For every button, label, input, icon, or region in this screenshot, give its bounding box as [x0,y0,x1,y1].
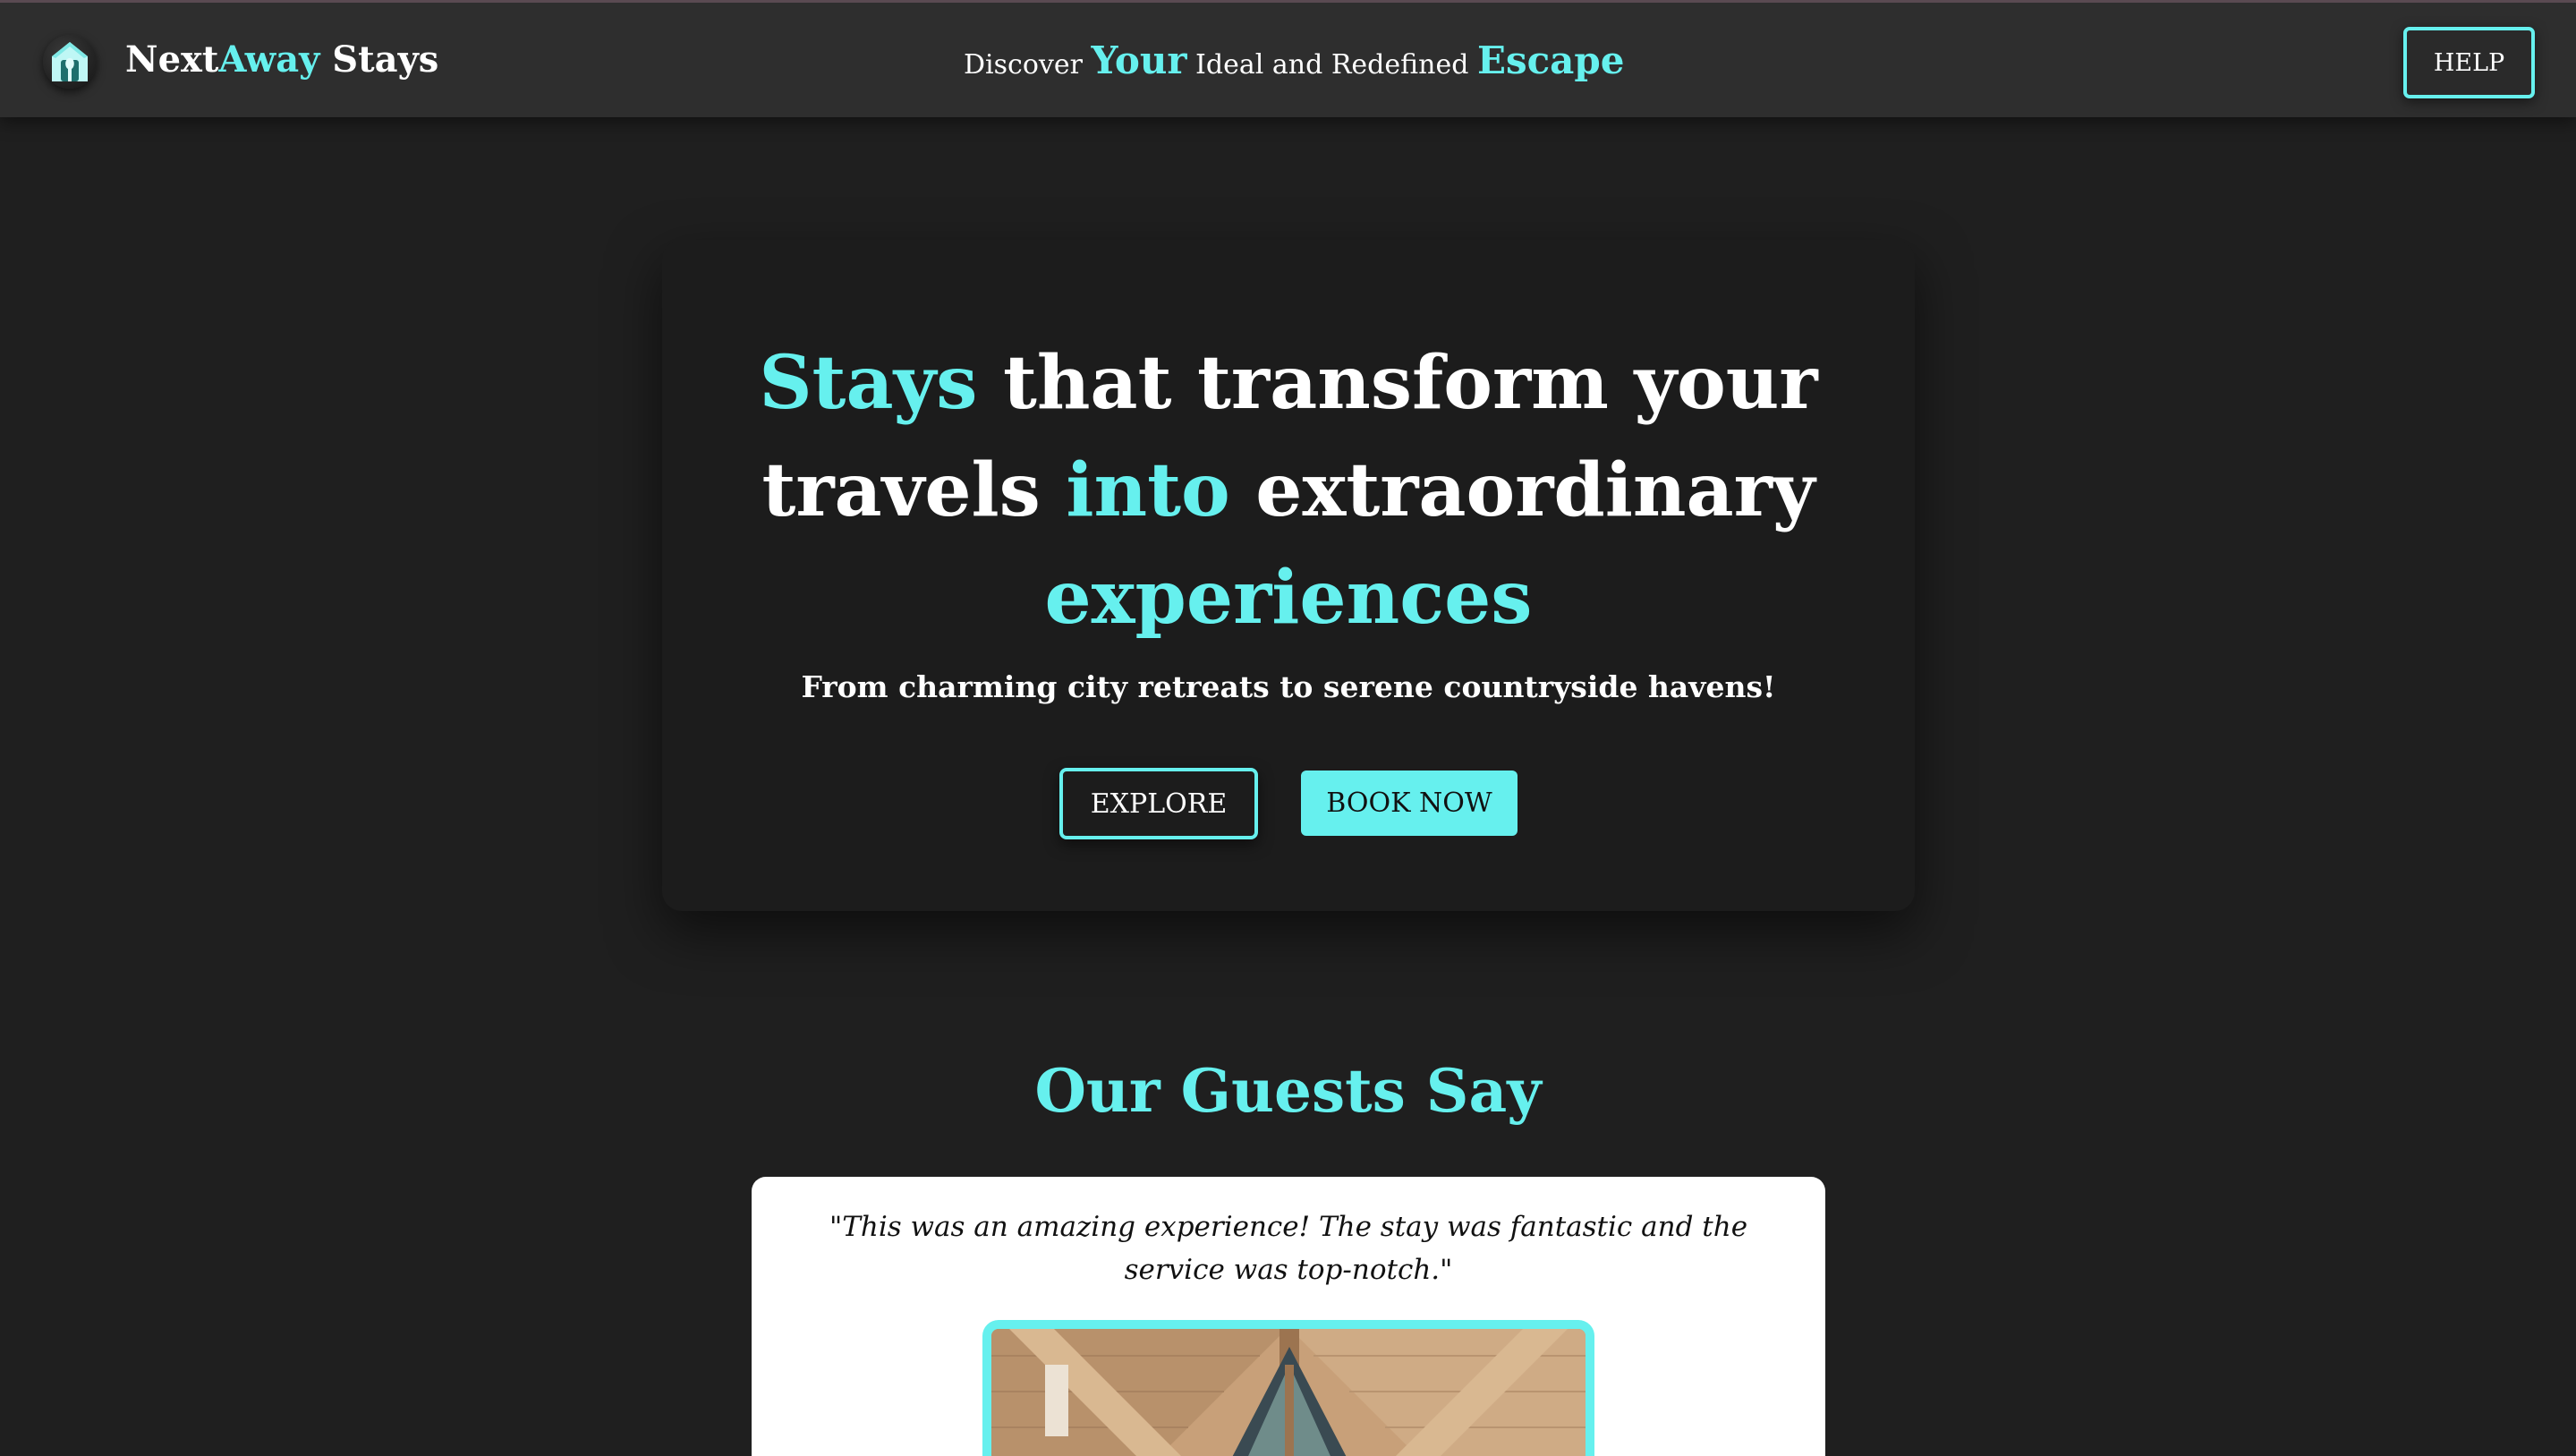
hero-title-stays: Stays [759,340,978,426]
hero-title-travels: travels [761,447,1067,533]
hero-title-into: into [1066,447,1230,533]
tagline-discover: Discover [964,49,1092,81]
brand-part-next: Next [125,38,219,81]
book-now-button[interactable]: BOOK NOW [1301,771,1518,836]
brand-part-stays: Stays [319,38,439,81]
brand-name[interactable]: NextAway Stays [125,38,438,81]
tagline-escape: Escape [1476,38,1625,82]
help-button[interactable]: HELP [2403,27,2535,98]
testimonials-heading: Our Guests Say [1034,1056,1542,1126]
tagline-middle: Ideal and Redefined [1186,49,1477,81]
hero-card: Stays that transform your travels into e… [662,240,1915,911]
cabin-interior-image [991,1329,1586,1456]
brand-part-away: Away [218,38,320,81]
hero-title: Stays that transform your travels into e… [662,329,1915,651]
tagline-your: Your [1091,38,1187,82]
house-icon[interactable] [43,35,97,89]
hero-title-part2: that transform your [977,340,1818,426]
hero-title-experiences: experiences [1044,555,1533,641]
hero-title-extraordinary: extraordinary [1229,447,1815,533]
hero-subtitle: From charming city retreats to serene co… [801,669,1776,704]
header-tagline: Discover Your Ideal and Redefined Escape [964,38,1625,82]
testimonial-photo [982,1320,1594,1456]
explore-button[interactable]: EXPLORE [1059,768,1258,839]
top-navigation-bar: NextAway Stays Discover Your Ideal and R… [0,0,2576,117]
testimonial-quote: "This was an amazing experience! The sta… [829,1211,1748,1286]
testimonial-card: "This was an amazing experience! The sta… [752,1177,1825,1456]
